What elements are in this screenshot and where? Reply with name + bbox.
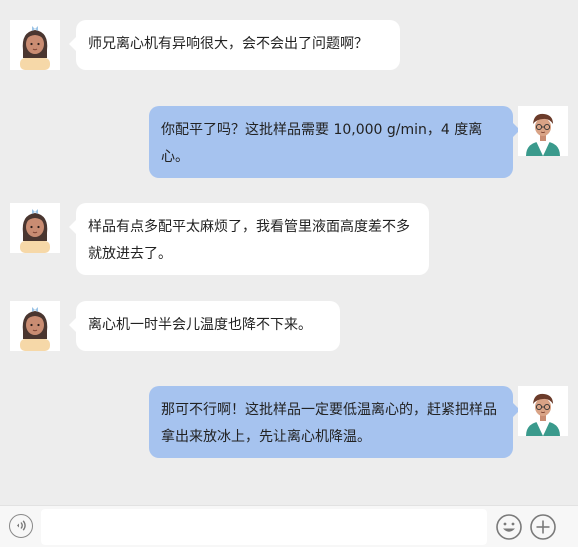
message-text: 你配平了吗？这批样品需要 10,000 g/min，4 度离心。 <box>161 122 483 165</box>
message-row: 样品有点多配平太麻烦了，我看管里液面高度差不多就放进去了。 <box>0 203 578 275</box>
plus-icon[interactable] <box>529 513 557 541</box>
chat-input-bar <box>0 505 578 547</box>
message-text: 离心机一时半会儿温度也降不下来。 <box>88 317 312 333</box>
message-text: 样品有点多配平太麻烦了，我看管里液面高度差不多就放进去了。 <box>88 219 410 262</box>
message-bubble[interactable]: 你配平了吗？这批样品需要 10,000 g/min，4 度离心。 <box>149 106 520 178</box>
message-input[interactable] <box>41 509 487 545</box>
boy-avatar[interactable] <box>518 106 568 156</box>
girl-avatar[interactable] <box>10 203 60 253</box>
message-row: 那可不行啊！这批样品一定要低温离心的，赶紧把样品拿出来放冰上，先让离心机降温。 <box>0 386 578 458</box>
message-row: 离心机一时半会儿温度也降不下来。 <box>0 301 578 351</box>
message-row: 你配平了吗？这批样品需要 10,000 g/min，4 度离心。 <box>0 106 578 178</box>
message-text: 师兄离心机有异响很大，会不会出了问题啊？ <box>88 36 368 52</box>
emoji-icon[interactable] <box>495 513 523 541</box>
voice-icon[interactable] <box>9 514 33 538</box>
message-bubble[interactable]: 师兄离心机有异响很大，会不会出了问题啊？ <box>69 20 400 70</box>
girl-avatar[interactable] <box>10 301 60 351</box>
boy-avatar[interactable] <box>518 386 568 436</box>
message-bubble[interactable]: 离心机一时半会儿温度也降不下来。 <box>69 301 340 351</box>
message-bubble[interactable]: 样品有点多配平太麻烦了，我看管里液面高度差不多就放进去了。 <box>69 203 429 275</box>
message-text: 那可不行啊！这批样品一定要低温离心的，赶紧把样品拿出来放冰上，先让离心机降温。 <box>161 402 497 445</box>
message-row: 师兄离心机有异响很大，会不会出了问题啊？ <box>0 20 578 70</box>
girl-avatar[interactable] <box>10 20 60 70</box>
message-bubble[interactable]: 那可不行啊！这批样品一定要低温离心的，赶紧把样品拿出来放冰上，先让离心机降温。 <box>149 386 520 458</box>
